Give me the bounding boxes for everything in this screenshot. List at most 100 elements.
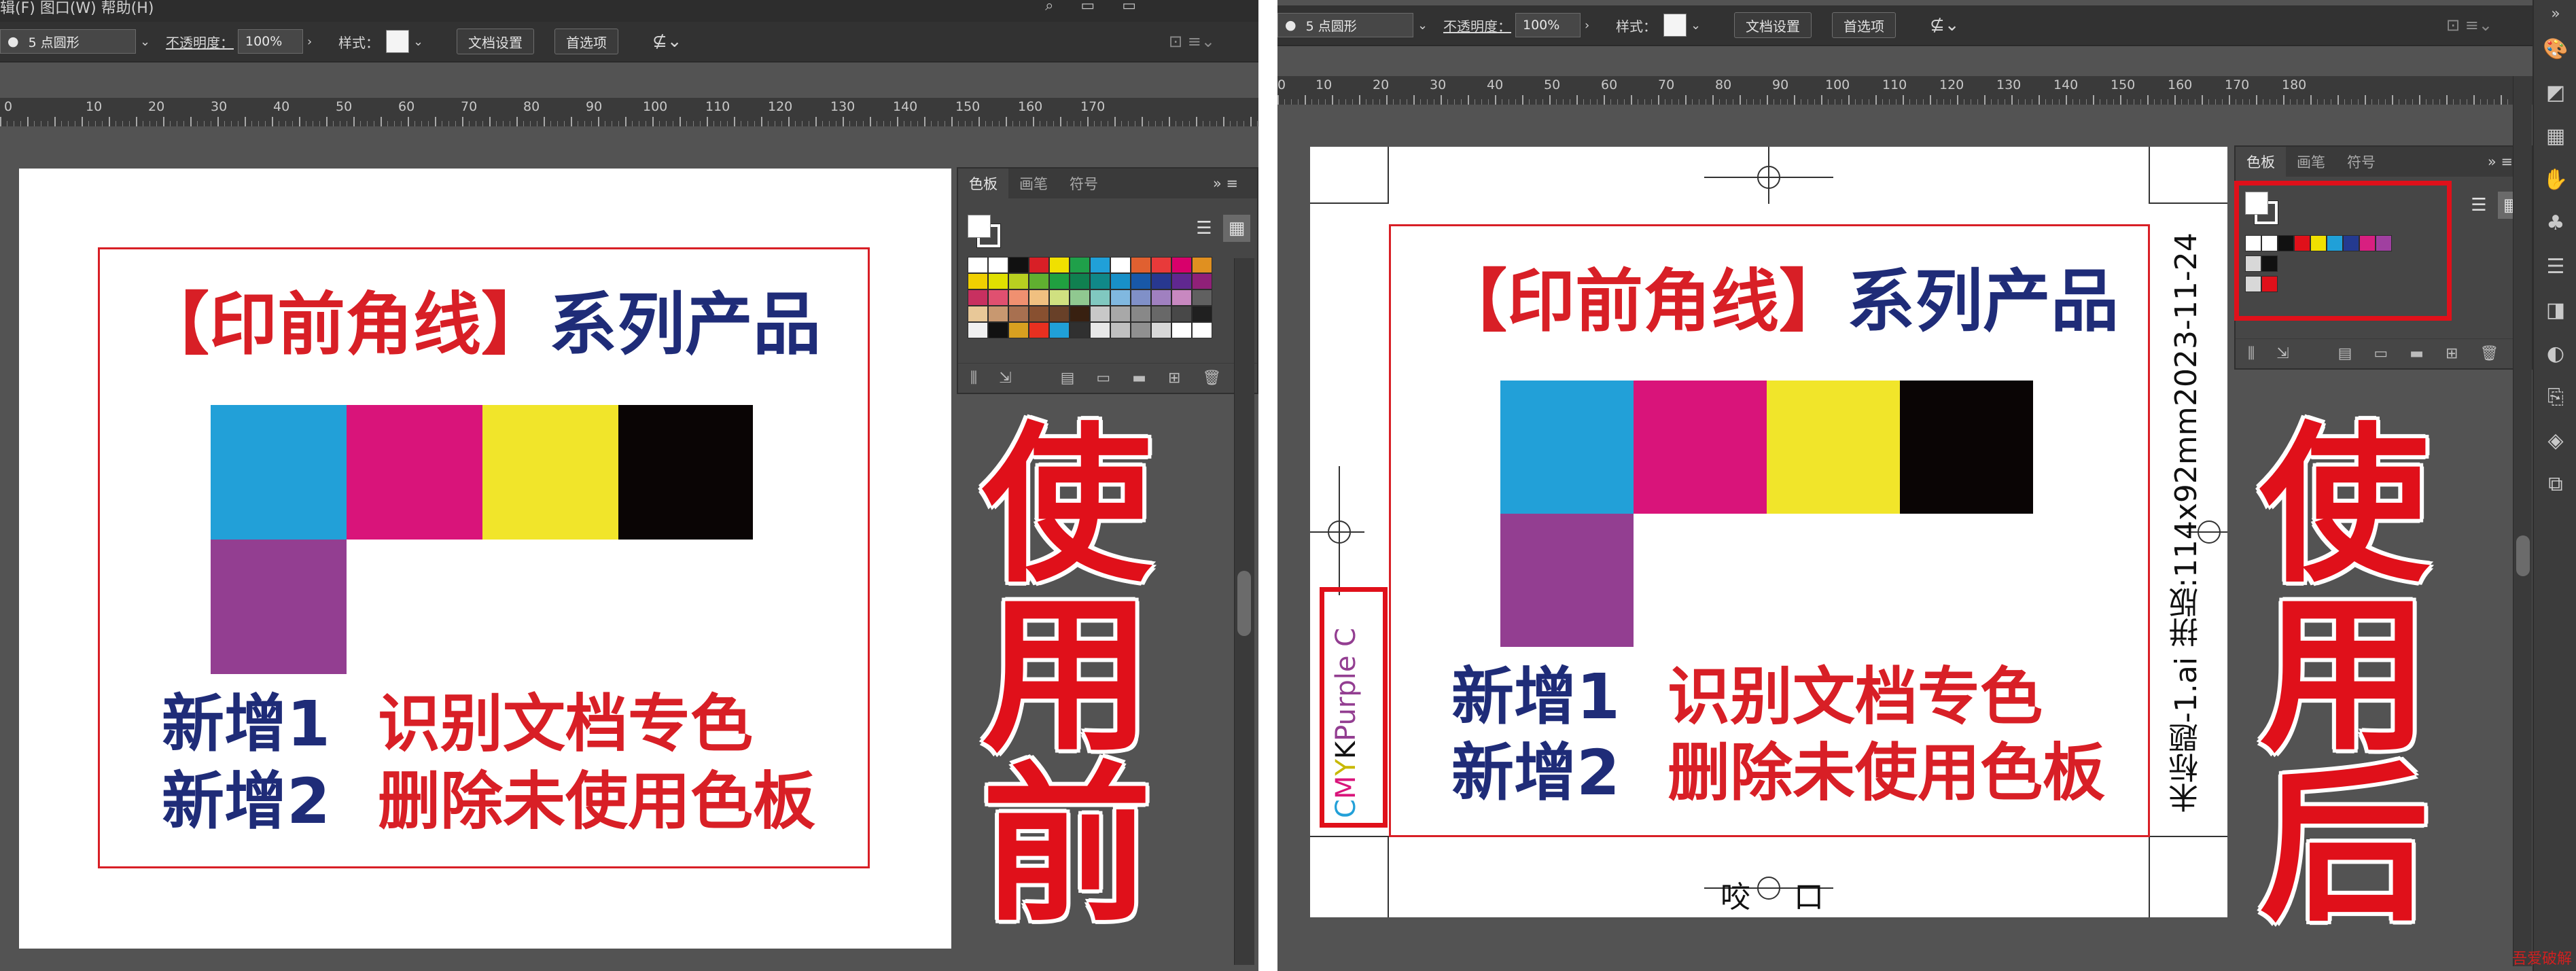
- arrange-icon[interactable]: ⊈⌄: [652, 29, 682, 54]
- swatch[interactable]: [1008, 273, 1029, 289]
- club-icon[interactable]: ♣: [2534, 201, 2576, 245]
- swatch[interactable]: [1151, 289, 1171, 306]
- swatch[interactable]: [1151, 306, 1171, 322]
- chevron-right-icon[interactable]: ›: [307, 35, 312, 49]
- swatch[interactable]: [1090, 257, 1110, 273]
- swatch[interactable]: [1151, 257, 1171, 273]
- list-view-icon[interactable]: ☰: [1190, 215, 1218, 242]
- swatch[interactable]: [1090, 289, 1110, 306]
- swatch[interactable]: [1049, 306, 1070, 322]
- swatch[interactable]: [968, 289, 988, 306]
- swatch[interactable]: [1090, 273, 1110, 289]
- swatch[interactable]: [968, 273, 988, 289]
- new-swatch-icon[interactable]: ⊞: [2446, 345, 2458, 362]
- swatch[interactable]: [1049, 257, 1070, 273]
- swatch[interactable]: [1192, 306, 1212, 322]
- swatch[interactable]: [1171, 257, 1192, 273]
- swatch[interactable]: [988, 322, 1008, 338]
- scroll-thumb[interactable]: [2516, 535, 2530, 576]
- swatch[interactable]: [1110, 306, 1131, 322]
- new-swatch-icon[interactable]: ⊞: [1168, 370, 1180, 387]
- swatch[interactable]: [1029, 289, 1049, 306]
- swatch[interactable]: [968, 322, 988, 338]
- swatch[interactable]: [1131, 257, 1151, 273]
- puppet-icon[interactable]: ✋: [2534, 158, 2576, 201]
- fill-stroke-indicator[interactable]: [968, 215, 1001, 248]
- panel-toggle-icon[interactable]: ⊡ ≡⌄: [2446, 12, 2492, 38]
- swatch[interactable]: [1090, 306, 1110, 322]
- swatch[interactable]: [1029, 273, 1049, 289]
- swatch[interactable]: [1110, 322, 1131, 338]
- palette-icon[interactable]: 🎨: [2534, 27, 2576, 71]
- swatch-grid[interactable]: [968, 257, 1212, 338]
- swatch[interactable]: [968, 306, 988, 322]
- swatch[interactable]: [1192, 257, 1212, 273]
- import-icon[interactable]: ⇲: [2276, 345, 2289, 362]
- preferences-button[interactable]: 首选项: [554, 29, 618, 54]
- panel-menu-icon[interactable]: » ≡: [1202, 175, 1249, 192]
- swatch-library-icon[interactable]: ⫼: [2248, 345, 2255, 362]
- opacity-input[interactable]: 100%: [1515, 13, 1581, 37]
- swatch-library-icon[interactable]: ⫼: [970, 370, 977, 387]
- opacity-input[interactable]: 100%: [238, 29, 303, 54]
- swatch[interactable]: [1171, 289, 1192, 306]
- stroke-profile-select[interactable]: ● 5 点圆形 ⌄: [1277, 12, 1428, 38]
- swatch[interactable]: [1110, 257, 1131, 273]
- delete-icon[interactable]: 🗑: [1202, 370, 1221, 387]
- swatch[interactable]: [1090, 322, 1110, 338]
- swatch[interactable]: [1008, 257, 1029, 273]
- fill-swatch[interactable]: [968, 215, 991, 238]
- swatch[interactable]: [1029, 306, 1049, 322]
- panel-toggle-icon[interactable]: ⊡ ≡⌄: [1169, 29, 1215, 54]
- swatch[interactable]: [968, 257, 988, 273]
- chevron-down-icon[interactable]: ⌄: [1691, 18, 1701, 33]
- tab-symbols[interactable]: 符号: [1059, 173, 1109, 194]
- swatch[interactable]: [1171, 306, 1192, 322]
- swatch[interactable]: [1131, 322, 1151, 338]
- swatch[interactable]: [1070, 257, 1090, 273]
- tab-swatches[interactable]: 色板: [958, 169, 1008, 198]
- swatch[interactable]: [1029, 257, 1049, 273]
- artboards-icon[interactable]: ⧉: [2534, 462, 2576, 506]
- document-icon[interactable]: ◩: [2534, 71, 2576, 114]
- vertical-scrollbar[interactable]: [2513, 76, 2532, 966]
- swatch[interactable]: [1171, 273, 1192, 289]
- style-swatch[interactable]: [1663, 14, 1687, 37]
- swatch[interactable]: [988, 289, 1008, 306]
- swatch[interactable]: [988, 257, 1008, 273]
- swatch[interactable]: [1008, 322, 1029, 338]
- grid-icon[interactable]: ▦: [2534, 114, 2576, 158]
- doc-settings-button[interactable]: 文档设置: [457, 29, 534, 54]
- swatch[interactable]: [1049, 289, 1070, 306]
- tab-brushes[interactable]: 画笔: [1008, 173, 1059, 194]
- chevron-down-icon[interactable]: ⌄: [413, 35, 423, 49]
- swatch[interactable]: [1151, 273, 1171, 289]
- swatch[interactable]: [1131, 306, 1151, 322]
- scroll-thumb[interactable]: [1237, 571, 1251, 636]
- swatch[interactable]: [1110, 289, 1131, 306]
- layers-icon[interactable]: ◈: [2534, 419, 2576, 462]
- swatch[interactable]: [1070, 322, 1090, 338]
- vertical-scrollbar[interactable]: [1234, 258, 1254, 965]
- swatch[interactable]: [1171, 322, 1192, 338]
- tab-brushes[interactable]: 画笔: [2286, 152, 2336, 172]
- swatch[interactable]: [1131, 273, 1151, 289]
- swatch[interactable]: [1008, 306, 1029, 322]
- preferences-button[interactable]: 首选项: [1832, 12, 1896, 38]
- chevron-down-icon[interactable]: ⌄: [140, 35, 150, 49]
- swatch[interactable]: [1151, 322, 1171, 338]
- list-view-icon[interactable]: ☰: [2465, 192, 2492, 219]
- collapse-icon[interactable]: »: [2534, 0, 2576, 27]
- options-icon[interactable]: ▭: [1096, 370, 1110, 387]
- fill-swatch[interactable]: [2245, 192, 2268, 215]
- swatch[interactable]: [1070, 273, 1090, 289]
- swatch[interactable]: [1192, 273, 1212, 289]
- edit-swatch-icon[interactable]: ▤: [1061, 370, 1075, 387]
- artboard[interactable]: 【印前角线】系列产品 新增1 识别文档专色 新增2 删除未使用色板: [19, 169, 951, 949]
- doc-settings-button[interactable]: 文档设置: [1734, 12, 1812, 38]
- swatch[interactable]: [1049, 273, 1070, 289]
- grid-view-icon[interactable]: ▦: [1223, 215, 1250, 242]
- swatch[interactable]: [1110, 273, 1131, 289]
- style-swatch[interactable]: [386, 30, 409, 53]
- swatch[interactable]: [1070, 289, 1090, 306]
